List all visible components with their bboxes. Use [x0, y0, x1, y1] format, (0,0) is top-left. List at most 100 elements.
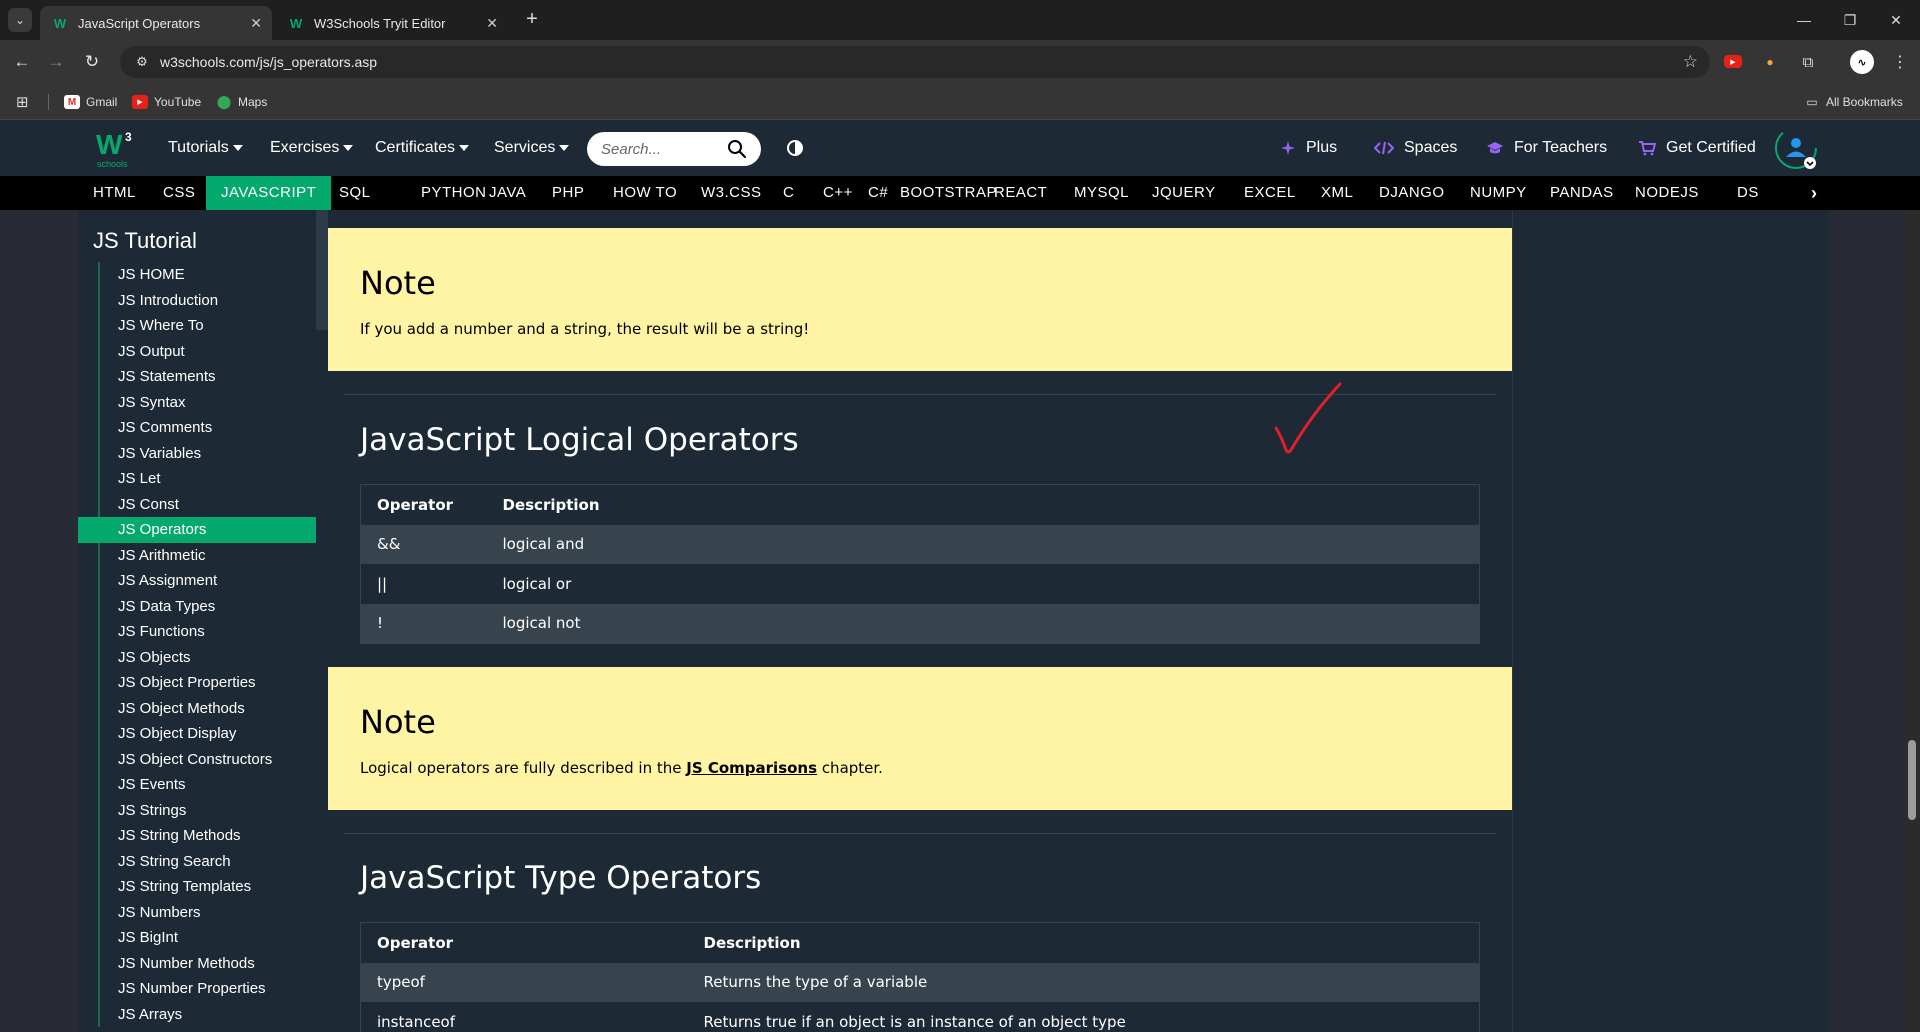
youtube-icon: ▶ — [132, 95, 148, 109]
subject-php[interactable]: PHP — [537, 176, 599, 210]
menu-tutorials[interactable]: Tutorials — [168, 139, 243, 157]
subject-django[interactable]: DJANGO — [1364, 176, 1460, 210]
url-text[interactable]: w3schools.com/js/js_operators.asp — [160, 54, 377, 70]
bookmark-gmail[interactable]: M Gmail — [64, 92, 117, 112]
sidebar-item[interactable]: JS Functions — [78, 619, 316, 645]
tab-tryit-editor[interactable]: W W3Schools Tryit Editor ✕ — [276, 6, 508, 40]
menu-certificates[interactable]: Certificates — [375, 139, 470, 157]
subject-mysql[interactable]: MYSQL — [1059, 176, 1144, 210]
sidebar-item[interactable]: JS Statements — [78, 364, 316, 390]
subject-nodejs[interactable]: NODEJS — [1620, 176, 1714, 210]
spaces-link[interactable]: Spaces — [1374, 139, 1457, 157]
sidebar-item[interactable]: JS BigInt — [78, 925, 316, 951]
get-certified-label: Get Certified — [1666, 139, 1756, 156]
sidebar-item[interactable]: JS HOME — [78, 262, 316, 288]
sidebar-item[interactable]: JS Object Properties — [78, 670, 316, 696]
site-info-icon[interactable]: ⚙ — [132, 52, 152, 72]
subject-sql[interactable]: SQL — [324, 176, 386, 210]
w3schools-logo[interactable]: W 3 schools — [94, 128, 138, 170]
address-bar[interactable]: ⚙ w3schools.com/js/js_operators.asp ☆ — [120, 46, 1710, 78]
chevron-right-icon[interactable]: › — [1798, 176, 1830, 210]
sidebar-item[interactable]: JS Where To — [78, 313, 316, 339]
sidebar-item[interactable]: JS Introduction — [78, 287, 316, 314]
sidebar-item[interactable]: JS Strings — [78, 797, 316, 824]
sidebar-item[interactable]: JS Object Methods — [78, 695, 316, 722]
plus-link[interactable]: Plus — [1280, 139, 1337, 157]
sidebar-item[interactable]: JS String Search — [78, 848, 316, 875]
sidebar-item[interactable]: JS Assignment — [78, 568, 316, 594]
sidebar-item[interactable]: JS Output — [78, 338, 316, 365]
sidebar-item[interactable]: JS Comments — [78, 415, 316, 441]
sidebar-item[interactable]: JS String Methods — [78, 823, 316, 849]
caret-down-icon — [559, 145, 570, 151]
menu-services[interactable]: Services — [494, 139, 570, 157]
for-teachers-link[interactable]: For Teachers — [1486, 139, 1607, 157]
subject-css[interactable]: CSS — [148, 176, 210, 210]
subject-pandas[interactable]: PANDAS — [1535, 176, 1629, 210]
subject-c[interactable]: C — [768, 176, 809, 210]
all-bookmarks[interactable]: ▭ All Bookmarks — [1804, 92, 1902, 112]
section-title-logical: JavaScript Logical Operators — [360, 422, 799, 458]
sidebar-item[interactable]: JS Arrays — [78, 1001, 316, 1028]
search-input[interactable] — [601, 140, 727, 158]
user-avatar[interactable] — [1774, 126, 1818, 170]
page-scrollbar[interactable] — [1904, 210, 1920, 1032]
close-icon[interactable]: ✕ — [486, 15, 498, 32]
subject-jquery[interactable]: JQUERY — [1137, 176, 1231, 210]
sidebar-item[interactable]: JS Variables — [78, 440, 316, 467]
bookmark-maps[interactable]: ⬤ Maps — [216, 92, 268, 112]
menu-kebab-icon[interactable]: ⋮ — [1890, 52, 1910, 72]
search-icon[interactable] — [727, 139, 747, 159]
youtube-extension-icon[interactable]: ▶ — [1724, 55, 1742, 68]
extension-icon[interactable]: ● — [1760, 52, 1780, 72]
profile-icon[interactable]: ∿ — [1850, 50, 1874, 74]
restore-button[interactable]: ❐ — [1838, 8, 1862, 32]
sidebar-item[interactable]: JS String Templates — [78, 874, 316, 900]
minimize-button[interactable]: — — [1792, 8, 1816, 32]
subject-react[interactable]: REACT — [979, 176, 1062, 210]
close-icon[interactable]: ✕ — [250, 15, 262, 32]
subject-xml[interactable]: XML — [1306, 176, 1368, 210]
subject-how-to[interactable]: HOW TO — [598, 176, 692, 210]
subject-ds[interactable]: DS — [1722, 176, 1774, 210]
sidebar-item[interactable]: JS Arithmetic — [78, 542, 316, 569]
sidebar-item[interactable]: JS Let — [78, 466, 316, 492]
forward-button[interactable]: → — [44, 50, 68, 74]
new-tab-button[interactable]: + — [520, 8, 544, 32]
maps-pin-icon: ⬤ — [216, 94, 232, 109]
reload-button[interactable]: ↻ — [80, 50, 104, 74]
sidebar-item[interactable]: JS Objects — [78, 644, 316, 671]
page-scrollbar-thumb[interactable] — [1908, 740, 1916, 820]
js-comparisons-link[interactable]: JS Comparisons — [686, 759, 817, 777]
sidebar-item[interactable]: JS Number Methods — [78, 950, 316, 977]
theme-toggle-icon[interactable] — [786, 139, 804, 157]
sidebar-item[interactable]: JS Numbers — [78, 899, 316, 926]
tab-search-button[interactable]: ⌄ — [8, 8, 32, 32]
subject-javascript[interactable]: JAVASCRIPT — [206, 176, 332, 210]
tab-javascript-operators[interactable]: W JavaScript Operators ✕ — [40, 6, 272, 40]
operator-cell: || — [360, 564, 487, 604]
sidebar-scrollbar[interactable] — [316, 210, 328, 330]
subject-excel[interactable]: EXCEL — [1229, 176, 1311, 210]
sidebar-item[interactable]: JS Syntax — [78, 389, 316, 416]
menu-exercises[interactable]: Exercises — [270, 139, 354, 157]
subject-w3-css[interactable]: W3.CSS — [686, 176, 777, 210]
sidebar-item[interactable]: JS Number Properties — [78, 976, 316, 1002]
back-button[interactable]: ← — [10, 50, 34, 74]
subject-numpy[interactable]: NUMPY — [1455, 176, 1542, 210]
sidebar-item[interactable]: JS Object Display — [78, 721, 316, 747]
extensions-puzzle-icon[interactable]: ⧉ — [1798, 52, 1818, 72]
sidebar-item[interactable]: JS Object Constructors — [78, 746, 316, 773]
window-close-button[interactable]: ✕ — [1884, 8, 1908, 32]
sidebar-item[interactable]: JS Const — [78, 491, 316, 518]
sidebar-item[interactable]: JS Events — [78, 772, 316, 798]
sidebar-item[interactable]: JS Data Types — [78, 593, 316, 620]
subject-html[interactable]: HTML — [78, 176, 151, 210]
bookmark-star-icon[interactable]: ☆ — [1683, 52, 1698, 72]
bookmark-youtube[interactable]: ▶ YouTube — [132, 92, 201, 112]
apps-grid-icon[interactable]: ⊞ — [16, 92, 29, 112]
sidebar-item[interactable]: JS Operators — [78, 517, 316, 543]
subject-java[interactable]: JAVA — [474, 176, 541, 210]
get-certified-link[interactable]: Get Certified — [1638, 139, 1756, 157]
note-box: Note Logical operators are fully describ… — [328, 667, 1512, 810]
